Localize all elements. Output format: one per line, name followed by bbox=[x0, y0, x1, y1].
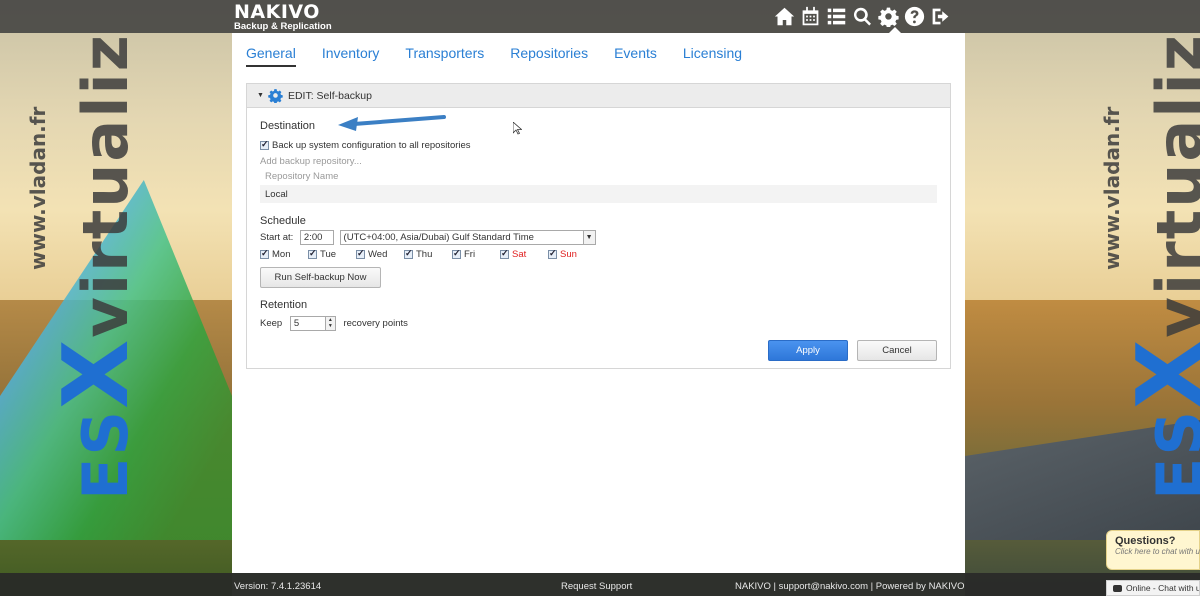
stepper-arrows-icon[interactable]: ▲ ▼ bbox=[324, 317, 335, 330]
destination-title: Destination bbox=[260, 120, 316, 132]
day-checkbox[interactable] bbox=[308, 248, 317, 259]
day-checkbox[interactable] bbox=[404, 248, 413, 259]
tab-inventory[interactable]: Inventory bbox=[322, 45, 380, 67]
gear-icon bbox=[268, 89, 283, 103]
watermark-logo-left: ESXvirtualiz bbox=[44, 33, 149, 500]
day-fri[interactable]: Fri bbox=[452, 248, 500, 260]
tab-events[interactable]: Events bbox=[614, 45, 657, 67]
day-tue[interactable]: Tue bbox=[308, 248, 356, 260]
tab-repositories[interactable]: Repositories bbox=[510, 45, 588, 67]
chat-widget[interactable]: Questions? Click here to chat with us bbox=[1106, 530, 1200, 570]
schedule-title: Schedule bbox=[260, 215, 306, 227]
day-mon[interactable]: Mon bbox=[260, 248, 308, 260]
gear-icon[interactable] bbox=[876, 4, 900, 28]
retention-title: Retention bbox=[260, 299, 308, 311]
recovery-points-stepper[interactable]: 5 ▲ ▼ bbox=[289, 316, 336, 331]
tab-general[interactable]: General bbox=[246, 45, 296, 67]
chat-bubble-icon bbox=[1113, 585, 1122, 593]
list-icon[interactable] bbox=[824, 4, 848, 28]
header-toolbar bbox=[772, 4, 952, 28]
add-backup-repository-link[interactable]: Add backup repository... bbox=[260, 156, 362, 167]
footer-company-info: NAKIVO | support@nakivo.com | Powered by… bbox=[735, 581, 965, 592]
backup-all-option[interactable]: Back up system configuration to all repo… bbox=[260, 139, 471, 151]
day-checkbox[interactable] bbox=[548, 248, 557, 259]
day-thu[interactable]: Thu bbox=[404, 248, 452, 260]
tab-transporters[interactable]: Transporters bbox=[405, 45, 484, 67]
day-sun[interactable]: Sun bbox=[548, 248, 596, 260]
repository-name-header: Repository Name bbox=[265, 171, 339, 182]
help-icon[interactable] bbox=[902, 4, 926, 28]
collapse-caret-icon[interactable]: ▼ bbox=[257, 92, 264, 99]
apply-button[interactable]: Apply bbox=[768, 340, 848, 361]
top-bar bbox=[0, 0, 1200, 33]
run-self-backup-button[interactable]: Run Self-backup Now bbox=[260, 267, 381, 288]
timezone-select[interactable]: (UTC+04:00, Asia/Dubai) Gulf Standard Ti… bbox=[339, 230, 596, 245]
annotation-arrow bbox=[338, 115, 446, 131]
day-checkbox[interactable] bbox=[452, 248, 461, 259]
edit-panel-header[interactable]: ▼ EDIT: Self-backup bbox=[247, 84, 950, 108]
chat-online-tab[interactable]: Online - Chat with us bbox=[1106, 580, 1200, 596]
nakivo-logo[interactable]: NAKIVO Backup & Replication bbox=[234, 3, 332, 32]
mouse-cursor-icon bbox=[513, 122, 522, 135]
version-label: Version: 7.4.1.23614 bbox=[234, 581, 322, 592]
cancel-button[interactable]: Cancel bbox=[857, 340, 937, 361]
chevron-down-icon[interactable]: ▼ bbox=[582, 231, 595, 244]
logout-icon[interactable] bbox=[928, 4, 952, 28]
footer-bar: Version: 7.4.1.23614 Request Support NAK… bbox=[0, 573, 1200, 596]
search-icon[interactable] bbox=[850, 4, 874, 28]
settings-tabs: General Inventory Transporters Repositor… bbox=[246, 45, 742, 67]
tab-licensing[interactable]: Licensing bbox=[683, 45, 742, 67]
request-support-link[interactable]: Request Support bbox=[561, 581, 632, 592]
day-checkbox[interactable] bbox=[356, 248, 365, 259]
home-icon[interactable] bbox=[772, 4, 796, 28]
calendar-icon[interactable] bbox=[798, 4, 822, 28]
schedule-days: Mon Tue Wed Thu Fri Sat Sun bbox=[260, 248, 596, 260]
retention-row: Keep 5 ▲ ▼ recovery points bbox=[260, 316, 408, 331]
edit-panel-title: EDIT: Self-backup bbox=[287, 89, 372, 102]
day-wed[interactable]: Wed bbox=[356, 248, 404, 260]
watermark-logo-right: ESXvirtualiz bbox=[1118, 33, 1200, 500]
backup-all-checkbox[interactable] bbox=[260, 139, 269, 150]
day-sat[interactable]: Sat bbox=[500, 248, 548, 260]
day-checkbox[interactable] bbox=[260, 248, 269, 259]
day-checkbox[interactable] bbox=[500, 248, 509, 259]
start-time-input[interactable]: 2:00 bbox=[299, 230, 334, 245]
start-at-row: Start at: 2:00 (UTC+04:00, Asia/Dubai) G… bbox=[260, 230, 596, 245]
repository-row[interactable]: Local bbox=[260, 185, 937, 203]
